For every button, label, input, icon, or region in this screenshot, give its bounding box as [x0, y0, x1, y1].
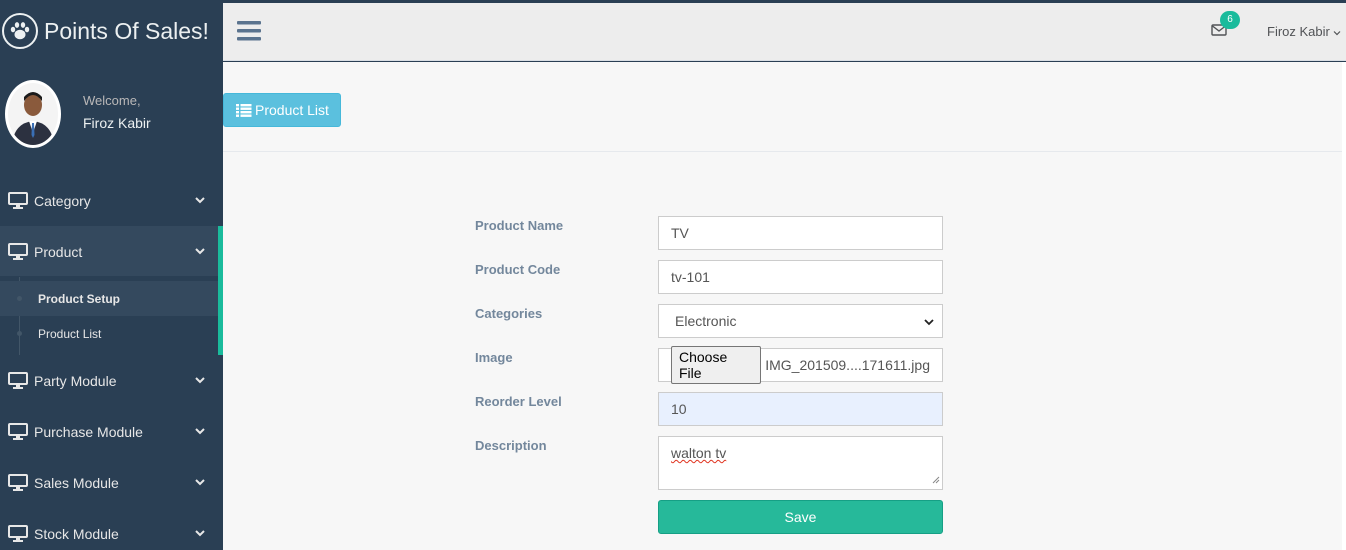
- categories-select[interactable]: Electronic: [658, 304, 943, 338]
- sidebar-item-label: Stock Module: [34, 525, 119, 542]
- desktop-icon: [8, 473, 28, 492]
- sidebar-item-product[interactable]: Product: [0, 226, 223, 277]
- product-code-input[interactable]: tv-101: [658, 260, 943, 294]
- desktop-icon: [8, 242, 28, 261]
- choose-file-button[interactable]: Choose File: [671, 346, 762, 384]
- bullet-icon: [17, 296, 22, 301]
- product-name-value: TV: [671, 225, 689, 241]
- description-label: Description: [475, 438, 547, 453]
- sidebar-item-label: Sales Module: [34, 474, 119, 491]
- sidebar: Points Of Sales! Welcome, Firoz Kabir Ca…: [0, 0, 223, 550]
- reorder-level-input[interactable]: 10: [658, 392, 943, 426]
- list-icon: [236, 103, 252, 117]
- product-name-label: Product Name: [475, 218, 564, 233]
- desktop-icon: [8, 524, 28, 543]
- description-textarea[interactable]: walton tv: [658, 436, 943, 490]
- desktop-icon: [8, 422, 28, 441]
- main-content: Product List Product Name TV Product Cod…: [223, 62, 1346, 550]
- chevron-down-icon: [195, 478, 205, 488]
- image-file-input[interactable]: Choose File IMG_201509....171611.jpg: [658, 346, 943, 384]
- product-name-input[interactable]: TV: [658, 216, 943, 250]
- categories-selected-value: Electronic: [675, 313, 737, 329]
- paw-icon: [2, 13, 38, 49]
- desktop-icon: [8, 191, 28, 210]
- sidebar-item-label: Purchase Module: [34, 423, 143, 440]
- resize-handle-icon[interactable]: [932, 471, 940, 487]
- sidebar-item-label: Party Module: [34, 372, 117, 389]
- top-navbar: 6 Firoz Kabir: [223, 3, 1346, 61]
- sidebar-item-stock-module[interactable]: Stock Module: [0, 508, 223, 550]
- reorder-level-label: Reorder Level: [475, 394, 562, 409]
- sidebar-item-label: Product: [34, 243, 83, 260]
- product-code-value: tv-101: [671, 269, 710, 285]
- sidebar-item-label: Product List: [38, 326, 102, 341]
- profile: Welcome, Firoz Kabir: [5, 80, 151, 148]
- sidebar-item-category[interactable]: Category: [0, 175, 223, 226]
- product-submenu: Product Setup Product List: [0, 277, 223, 355]
- chevron-down-icon: [195, 427, 205, 437]
- sidebar-item-product-setup[interactable]: Product Setup: [0, 281, 218, 316]
- bullet-icon: [17, 331, 22, 336]
- scrollbar[interactable]: [1342, 62, 1346, 550]
- sidebar-item-product-list[interactable]: Product List: [0, 316, 218, 351]
- chevron-down-icon: [1333, 24, 1341, 39]
- notification-badge: 6: [1220, 11, 1240, 29]
- chevron-down-icon: [924, 313, 934, 329]
- user-menu[interactable]: Firoz Kabir: [1267, 24, 1341, 39]
- chevron-down-icon: [195, 196, 205, 206]
- user-menu-name: Firoz Kabir: [1267, 24, 1330, 39]
- chevron-down-icon: [195, 376, 205, 386]
- sidebar-item-party-module[interactable]: Party Module: [0, 355, 223, 406]
- save-button[interactable]: Save: [658, 500, 943, 534]
- reorder-level-value: 10: [671, 401, 687, 417]
- desktop-icon: [8, 371, 28, 390]
- file-name: IMG_201509....171611.jpg: [765, 357, 930, 373]
- welcome-text: Welcome,: [83, 93, 141, 108]
- product-code-label: Product Code: [475, 262, 561, 277]
- sidebar-menu: Category Product Product Setup Product L…: [0, 175, 223, 550]
- chevron-down-icon: [195, 529, 205, 539]
- chevron-down-icon: [195, 247, 205, 257]
- page-title-bar: Product List: [223, 62, 1346, 152]
- sidebar-item-purchase-module[interactable]: Purchase Module: [0, 406, 223, 457]
- profile-name: Firoz Kabir: [83, 115, 151, 131]
- sidebar-item-label: Category: [34, 192, 91, 209]
- brand[interactable]: Points Of Sales!: [0, 0, 223, 62]
- sidebar-item-sales-module[interactable]: Sales Module: [0, 457, 223, 508]
- sidebar-item-label: Product Setup: [38, 291, 121, 306]
- avatar: [5, 80, 61, 148]
- categories-label: Categories: [475, 306, 543, 321]
- product-list-button[interactable]: Product List: [223, 93, 341, 127]
- description-value: walton tv: [671, 445, 727, 461]
- menu-toggle-icon[interactable]: [237, 20, 262, 42]
- product-list-button-label: Product List: [255, 102, 329, 118]
- image-label: Image: [475, 350, 513, 365]
- brand-title: Points Of Sales!: [44, 17, 209, 44]
